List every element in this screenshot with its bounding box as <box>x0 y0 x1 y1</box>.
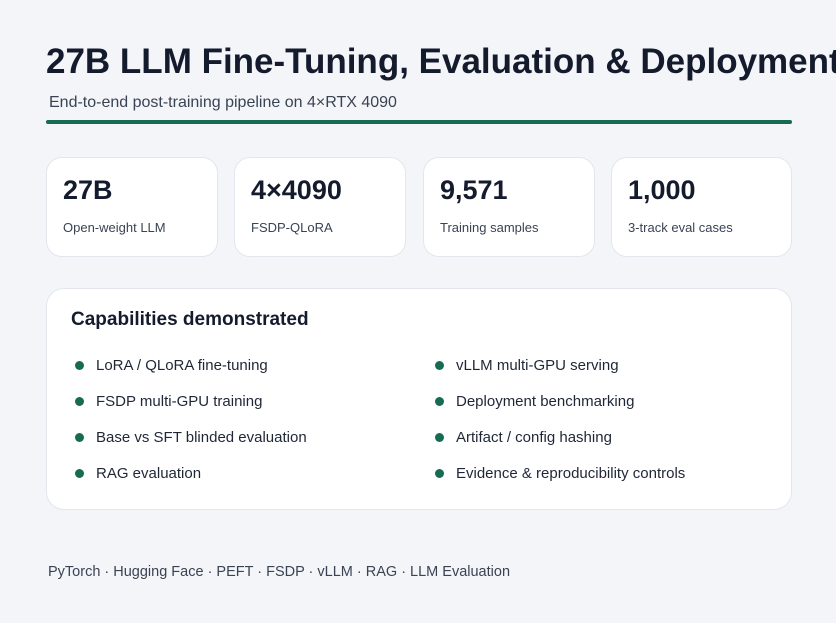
stat-label: Open-weight LLM <box>63 220 166 235</box>
stat-label: Training samples <box>440 220 539 235</box>
capability-item: Deployment benchmarking <box>435 391 765 427</box>
capability-label: Deployment benchmarking <box>456 393 635 410</box>
tech-stack-footer: PyTorch · Hugging Face · PEFT · FSDP · v… <box>48 564 511 580</box>
capability-item: LoRA / QLoRA fine-tuning <box>75 355 405 391</box>
bullet-dot-icon <box>75 469 84 478</box>
bullet-dot-icon <box>75 361 84 370</box>
stat-label: 3-track eval cases <box>628 220 733 235</box>
stat-value: 27B <box>63 175 113 205</box>
capability-label: vLLM multi-GPU serving <box>456 357 619 374</box>
capabilities-heading: Capabilities demonstrated <box>71 309 309 330</box>
capability-item: Base vs SFT blinded evaluation <box>75 427 405 463</box>
stat-value: 4×4090 <box>251 175 342 205</box>
capabilities-list-right: vLLM multi-GPU serving Deployment benchm… <box>435 355 765 499</box>
bullet-dot-icon <box>435 433 444 442</box>
accent-divider <box>46 120 792 124</box>
capability-item: FSDP multi-GPU training <box>75 391 405 427</box>
stat-card-eval-cases: 1,000 3-track eval cases <box>611 157 792 257</box>
stat-value: 1,000 <box>628 175 696 205</box>
capability-label: Artifact / config hashing <box>456 429 612 446</box>
page-subtitle: End-to-end post-training pipeline on 4×R… <box>49 94 397 111</box>
bullet-dot-icon <box>75 397 84 406</box>
capability-label: Base vs SFT blinded evaluation <box>96 429 307 446</box>
page-title: 27B LLM Fine-Tuning, Evaluation & Deploy… <box>46 42 836 81</box>
capability-label: FSDP multi-GPU training <box>96 393 263 410</box>
bullet-dot-icon <box>435 469 444 478</box>
capability-item: Evidence & reproducibility controls <box>435 463 765 499</box>
bullet-dot-icon <box>435 397 444 406</box>
capabilities-card: Capabilities demonstrated LoRA / QLoRA f… <box>46 288 792 510</box>
capability-item: RAG evaluation <box>75 463 405 499</box>
page: 27B LLM Fine-Tuning, Evaluation & Deploy… <box>46 0 836 623</box>
stat-value: 9,571 <box>440 175 508 205</box>
bullet-dot-icon <box>435 361 444 370</box>
stat-label: FSDP-QLoRA <box>251 220 333 235</box>
capabilities-list-left: LoRA / QLoRA fine-tuning FSDP multi-GPU … <box>75 355 405 499</box>
stat-card-gpus: 4×4090 FSDP-QLoRA <box>234 157 406 257</box>
capability-label: LoRA / QLoRA fine-tuning <box>96 357 268 374</box>
capability-item: vLLM multi-GPU serving <box>435 355 765 391</box>
stats-row: 27B Open-weight LLM 4×4090 FSDP-QLoRA 9,… <box>46 157 792 259</box>
capability-label: RAG evaluation <box>96 465 202 482</box>
stat-card-training-samples: 9,571 Training samples <box>423 157 595 257</box>
capability-item: Artifact / config hashing <box>435 427 765 463</box>
capability-label: Evidence & reproducibility controls <box>456 465 686 482</box>
bullet-dot-icon <box>75 433 84 442</box>
stat-card-model-size: 27B Open-weight LLM <box>46 157 218 257</box>
